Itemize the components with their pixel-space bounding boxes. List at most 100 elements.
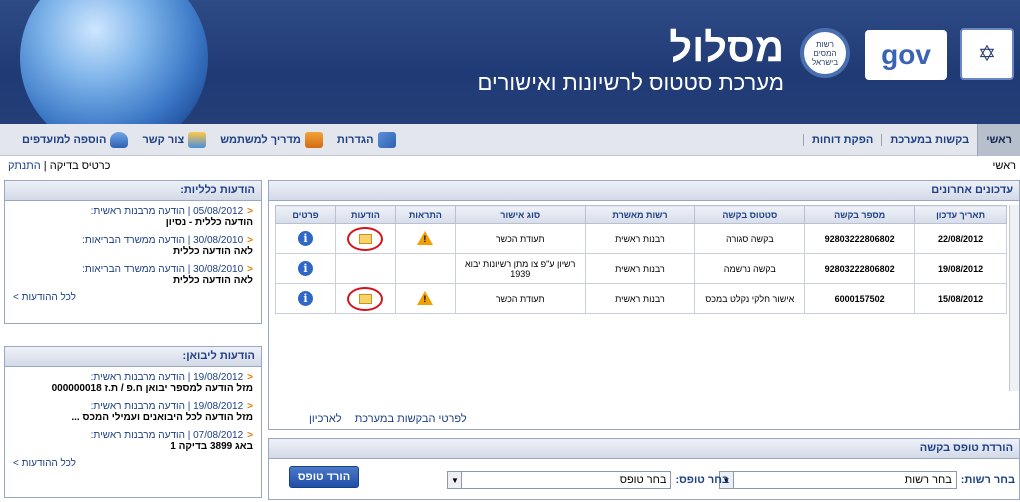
gov-logo[interactable]: gov — [865, 30, 947, 80]
cell-message — [334, 283, 396, 314]
chevron-icon: < — [247, 206, 253, 217]
breadcrumb-row: ראשי כרטיס בדיקה | התנתק — [0, 158, 1020, 176]
chevron-icon: < — [247, 430, 253, 441]
news-body: באג 3899 בדיקה 1 — [170, 441, 253, 452]
requests-table: תאריך עדכון מספר בקשה סטטוס בקשה רשות מא… — [275, 205, 1007, 314]
chevron-icon: < — [247, 264, 253, 275]
form-select[interactable]: בחר טופס ▼ — [447, 471, 672, 489]
cell-details: i — [275, 253, 336, 284]
panel-title: הורדת טופס בקשה — [269, 439, 1019, 459]
chevron-icon: < — [247, 235, 253, 246]
all-news-link[interactable]: לכל ההודעות > — [5, 288, 261, 307]
cell-details: i — [275, 223, 336, 254]
col-header[interactable]: סטטוס בקשה — [694, 205, 806, 224]
authority-select[interactable]: בחר רשות ▼ — [718, 471, 957, 489]
cell-number: 6000157502 — [804, 283, 916, 314]
importer-news-panel: הודעות ליבואן: <19/08/2012 | הודעה מרבנו… — [4, 346, 262, 498]
chevron-down-icon[interactable]: ▼ — [448, 472, 463, 488]
info-icon[interactable]: i — [297, 231, 313, 246]
cell-message — [334, 223, 396, 254]
cell-type: תעודת הכשר — [454, 223, 586, 254]
news-meta: 19/08/2012 | הודעה מרבנות ראשית: — [90, 372, 244, 383]
cell-number: 92803222806802 — [804, 223, 916, 254]
news-item[interactable]: <30/08/2010 | הודעה ממשרד הבריאות: לאה ה… — [5, 230, 261, 259]
cell-type: תעודת הכשר — [454, 283, 586, 314]
news-meta: 07/08/2012 | הודעה מרבנות ראשית: — [90, 430, 244, 441]
tools-icon — [377, 132, 396, 148]
logout-link[interactable]: התנתק — [8, 160, 41, 172]
cell-date: 15/08/2012 — [914, 283, 1007, 314]
general-news-panel: הודעות כלליות: <05/08/2012 | הודעה מרבנו… — [4, 180, 262, 324]
warning-icon[interactable] — [417, 290, 434, 305]
col-header[interactable]: רשות מאשרת — [584, 205, 696, 224]
col-header[interactable]: תאריך עדכון — [914, 205, 1007, 224]
news-body: מזל הודעה למספר יבואן ח.פ / ת.ז 00000001… — [51, 383, 253, 394]
contact-link[interactable]: צור קשר — [142, 132, 207, 148]
heart-icon — [110, 132, 129, 148]
message-highlight[interactable] — [347, 226, 384, 251]
news-item[interactable]: <19/08/2012 | הודעה מרבנות ראשית: מזל הו… — [5, 367, 261, 396]
cell-authority: רבנות ראשית — [584, 253, 696, 284]
cell-authority: רבנות ראשית — [584, 223, 696, 254]
news-meta: 05/08/2012 | הודעה מרבנות ראשית: — [90, 206, 244, 217]
settings-link[interactable]: הגדרות — [337, 132, 396, 148]
book-icon — [304, 132, 323, 148]
col-header[interactable]: פרטים — [275, 205, 336, 224]
col-header[interactable]: התראות — [394, 205, 456, 224]
news-item[interactable]: <05/08/2012 | הודעה מרבנות ראשית: הודעה … — [5, 201, 261, 230]
header-banner: מסלול מערכת סטטוס לרשיונות ואישורים רשות… — [0, 0, 1020, 124]
breadcrumb: ראשי — [992, 160, 1016, 172]
authority-label: בחר רשות: — [960, 474, 1015, 486]
table-scrollbar[interactable] — [1009, 205, 1019, 391]
cell-alert — [394, 283, 456, 314]
news-body: מזל הודעה לכל היבואנים ועמילי המכס ... — [71, 412, 253, 423]
chevron-icon: < — [247, 401, 253, 412]
table-row[interactable]: 19/08/2012 92803222806802 בקשה נרשמה רבנ… — [275, 253, 1007, 284]
cell-date: 19/08/2012 — [914, 253, 1007, 284]
download-form-button[interactable]: הורד טופס — [289, 466, 359, 488]
news-meta: 19/08/2012 | הודעה מרבנות ראשית: — [90, 401, 244, 412]
news-meta: 30/08/2010 | הודעה ממשרד הבריאות: — [82, 235, 244, 246]
form-select-row: בחר טופס: בחר טופס ▼ — [447, 471, 729, 489]
cell-alert — [394, 223, 456, 254]
table-header-row: תאריך עדכון מספר בקשה סטטוס בקשה רשות מא… — [275, 205, 1007, 224]
recent-updates-panel: עדכונים אחרונים תאריך עדכון מספר בקשה סט… — [268, 180, 1020, 430]
col-header[interactable]: מספר בקשה — [804, 205, 916, 224]
archive-link[interactable]: לארכיון — [309, 413, 342, 425]
envelope-icon[interactable] — [359, 293, 373, 304]
news-body: הודעה כללית - נסיון — [165, 217, 253, 228]
info-icon[interactable]: i — [297, 291, 313, 306]
form-label: בחר טופס: — [675, 474, 729, 486]
info-icon[interactable]: i — [297, 261, 313, 276]
requests-details-link[interactable]: לפרטי הבקשות במערכת — [355, 413, 467, 425]
menu-item-home[interactable]: ראשי — [977, 124, 1020, 156]
user-guide-label: מדריך למשתמש — [220, 134, 301, 146]
menu-item-reports[interactable]: הפקת דוחות — [802, 134, 881, 146]
col-header[interactable]: הודעות — [334, 205, 396, 224]
cell-details: i — [275, 283, 336, 314]
cell-alert — [394, 253, 456, 284]
user-guide-link[interactable]: מדריך למשתמש — [220, 132, 323, 148]
cell-authority: רבנות ראשית — [584, 283, 696, 314]
news-item[interactable]: <07/08/2012 | הודעה מרבנות ראשית: באג 38… — [5, 425, 261, 454]
envelope-icon[interactable] — [359, 233, 373, 244]
news-item[interactable]: <30/08/2010 | הודעה ממשרד הבריאות: לאה ה… — [5, 259, 261, 288]
news-item[interactable]: <19/08/2012 | הודעה מרבנות ראשית: מזל הו… — [5, 396, 261, 425]
warning-icon[interactable] — [417, 230, 434, 245]
table-row[interactable]: 22/08/2012 92803222806802 בקשה סגורה רבנ… — [275, 223, 1007, 254]
settings-label: הגדרות — [336, 134, 374, 146]
contact-label: צור קשר — [142, 134, 185, 146]
add-favorites-link[interactable]: הוספה למועדפים — [22, 132, 129, 148]
download-form-panel: הורדת טופס בקשה בחר רשות: בחר רשות ▼ בחר… — [268, 438, 1020, 500]
cell-message — [334, 253, 396, 284]
col-header[interactable]: סוג אישור — [454, 205, 586, 224]
menu-item-requests[interactable]: בקשות במערכת — [881, 134, 977, 146]
panel-title: הודעות ליבואן: — [5, 347, 261, 367]
chevron-icon: < — [247, 372, 253, 383]
table-row[interactable]: 15/08/2012 6000157502 אישור חלקי נקלט במ… — [275, 283, 1007, 314]
menorah-emblem-icon: ✡ — [960, 28, 1014, 80]
cell-status: בקשה נרשמה — [694, 253, 806, 284]
all-news-link[interactable]: לכל ההודעות > — [5, 454, 261, 473]
message-highlight[interactable] — [347, 286, 384, 311]
user-area: כרטיס בדיקה | התנתק — [8, 160, 110, 172]
